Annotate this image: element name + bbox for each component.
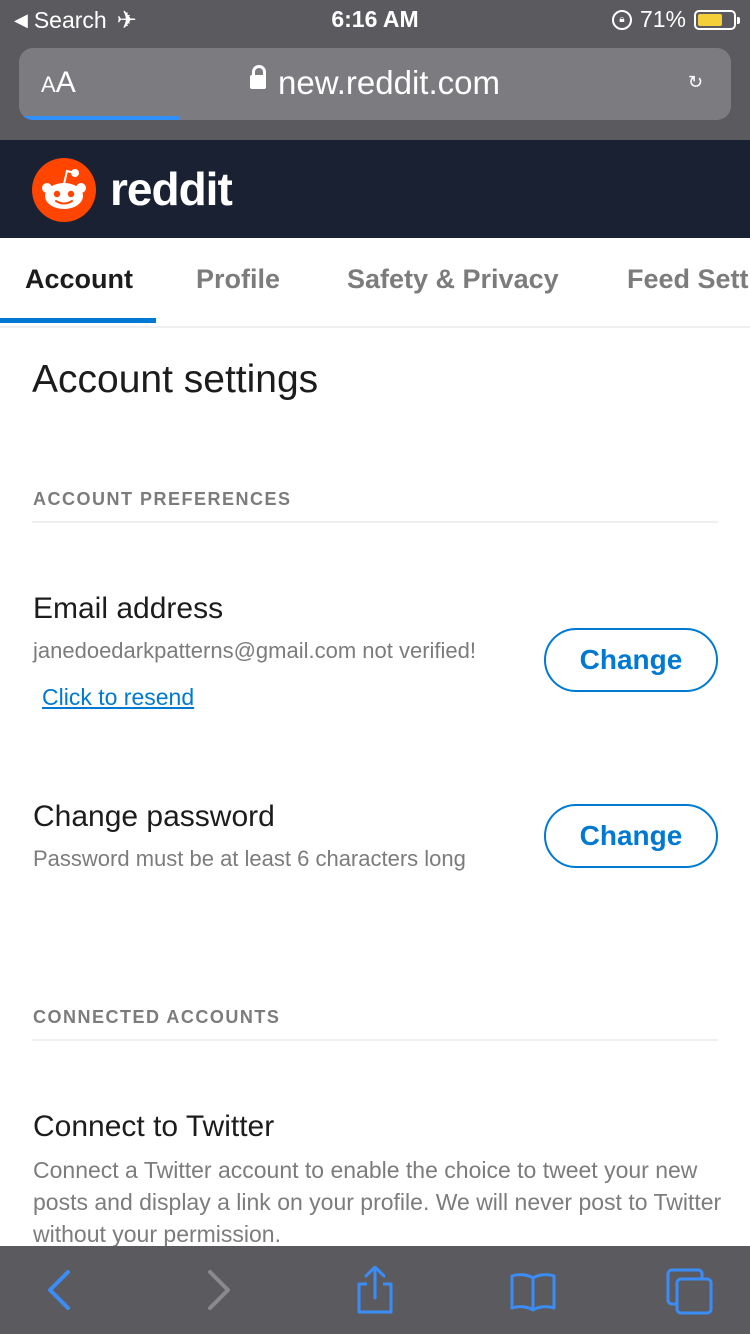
section-divider — [32, 1039, 718, 1041]
email-address-value: janedoedarkpatterns@gmail.com not verifi… — [33, 638, 477, 663]
resend-verification-link[interactable]: Click to resend — [42, 684, 194, 711]
page-title: Account settings — [32, 358, 319, 401]
connect-twitter-title: Connect to Twitter — [33, 1110, 275, 1143]
change-email-button[interactable]: Change — [544, 628, 718, 692]
email-address-title: Email address — [33, 592, 224, 625]
address-bar[interactable]: AA new.reddit.com ↻ — [19, 48, 731, 120]
battery-percent: 71% — [639, 6, 686, 32]
bookmarks-icon[interactable] — [508, 1266, 558, 1316]
battery-level — [698, 13, 723, 26]
section-divider — [32, 521, 718, 523]
active-tab-indicator — [0, 318, 156, 323]
site-header: reddit — [0, 140, 750, 238]
padlock-icon — [250, 65, 267, 90]
tab-profile[interactable]: Profile — [196, 264, 280, 295]
status-bar: ◀ Search ✈ 6:16 AM 🔒︎ 71% — [0, 0, 750, 40]
change-password-title: Change password — [33, 800, 275, 833]
browser-address-area: AA new.reddit.com ↻ — [0, 40, 750, 140]
back-icon[interactable] — [36, 1266, 86, 1316]
connect-twitter-description: Connect a Twitter account to enable the … — [33, 1157, 722, 1247]
battery-icon — [694, 9, 740, 30]
page-load-progress — [23, 116, 180, 120]
reddit-wordmark[interactable]: reddit — [110, 162, 233, 216]
status-indicators: 🔒︎ 71% — [611, 6, 740, 33]
tab-account[interactable]: Account — [25, 264, 133, 295]
reddit-logo-icon[interactable] — [32, 158, 96, 222]
tabs-icon[interactable] — [664, 1266, 714, 1316]
tab-safety-privacy[interactable]: Safety & Privacy — [347, 264, 559, 295]
password-hint: Password must be at least 6 characters l… — [33, 846, 466, 871]
url-text: new.reddit.com — [278, 64, 500, 101]
section-label-connected-accounts: CONNECTED ACCOUNTS — [33, 1007, 281, 1027]
settings-tabs: Account Profile Safety & Privacy Feed Se… — [0, 238, 750, 328]
share-icon[interactable] — [350, 1266, 400, 1316]
browser-toolbar — [0, 1246, 750, 1334]
tab-feed-settings[interactable]: Feed Sett — [627, 264, 749, 295]
change-password-button[interactable]: Change — [544, 804, 718, 868]
reload-icon[interactable]: ↻ — [688, 72, 703, 93]
section-label-account-preferences: ACCOUNT PREFERENCES — [33, 489, 292, 509]
forward-icon[interactable] — [192, 1266, 242, 1316]
url-field[interactable]: new.reddit.com — [19, 64, 731, 102]
orientation-lock-icon: 🔒︎ — [611, 9, 632, 30]
